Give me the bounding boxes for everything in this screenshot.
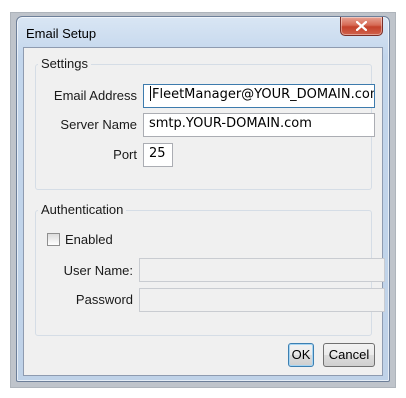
user-name-label: User Name: [63, 263, 133, 278]
email-address-input[interactable]: FleetManager@YOUR_DOMAIN.com [143, 84, 375, 108]
authentication-group-title: Authentication [38, 202, 127, 217]
window-title: Email Setup [26, 26, 97, 41]
server-name-value: smtp.YOUR-DOMAIN.com [149, 116, 312, 131]
port-label: Port [113, 147, 137, 162]
title-bar[interactable]: Email Setup [17, 17, 389, 47]
email-address-label: Email Address [53, 88, 137, 103]
cancel-button[interactable]: Cancel [323, 343, 375, 367]
enabled-checkbox[interactable] [47, 233, 60, 246]
enabled-label: Enabled [65, 232, 113, 247]
port-input[interactable]: 25 [143, 143, 173, 167]
email-setup-dialog: Email Setup Settings Email Address Fleet… [16, 16, 390, 382]
email-address-value: FleetManager@YOUR_DOMAIN.com [152, 87, 375, 102]
password-input[interactable] [139, 288, 385, 312]
password-label: Password [75, 292, 133, 307]
server-name-label: Server Name [60, 117, 137, 132]
settings-group-title: Settings [38, 56, 91, 71]
dialog-body: Settings Email Address FleetManager@YOUR… [23, 47, 385, 376]
server-name-input[interactable]: smtp.YOUR-DOMAIN.com [143, 113, 375, 137]
ok-button[interactable]: OK [288, 343, 314, 367]
text-caret [150, 86, 151, 101]
port-value: 25 [149, 146, 166, 161]
close-button[interactable] [340, 17, 383, 36]
user-name-input[interactable] [139, 258, 385, 282]
close-icon [356, 21, 367, 31]
